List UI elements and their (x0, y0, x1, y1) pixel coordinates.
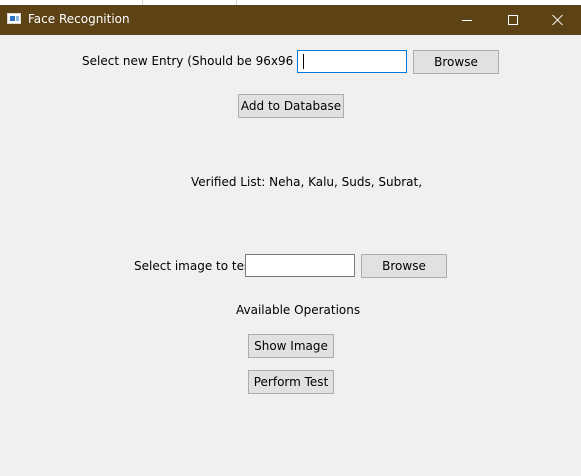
test-image-label: Select image to test: (134, 259, 259, 273)
show-image-button[interactable]: Show Image (248, 334, 334, 358)
title-bar[interactable]: Face Recognition (0, 5, 581, 35)
app-window: Face Recognition Select new Entry (Shoul… (0, 5, 581, 476)
new-entry-input[interactable] (297, 50, 407, 73)
new-entry-label: Select new Entry (Should be 96x96 img): (82, 54, 329, 68)
minimize-button[interactable] (444, 5, 490, 35)
maximize-icon (508, 15, 518, 25)
verified-list-label: Verified List: Neha, Kalu, Suds, Subrat, (191, 175, 423, 189)
close-button[interactable] (535, 5, 581, 35)
maximize-button[interactable] (490, 5, 536, 35)
test-image-input[interactable] (245, 254, 355, 277)
minimize-icon (462, 19, 472, 21)
app-window-icon (7, 13, 21, 24)
close-icon (552, 14, 564, 26)
perform-test-button[interactable]: Perform Test (248, 370, 334, 394)
add-to-database-button[interactable]: Add to Database (238, 94, 344, 118)
text-caret (303, 54, 304, 69)
test-image-browse-button[interactable]: Browse (361, 254, 447, 278)
window-title: Face Recognition (28, 12, 130, 26)
operations-heading: Available Operations (236, 303, 361, 317)
new-entry-browse-button[interactable]: Browse (413, 50, 499, 74)
